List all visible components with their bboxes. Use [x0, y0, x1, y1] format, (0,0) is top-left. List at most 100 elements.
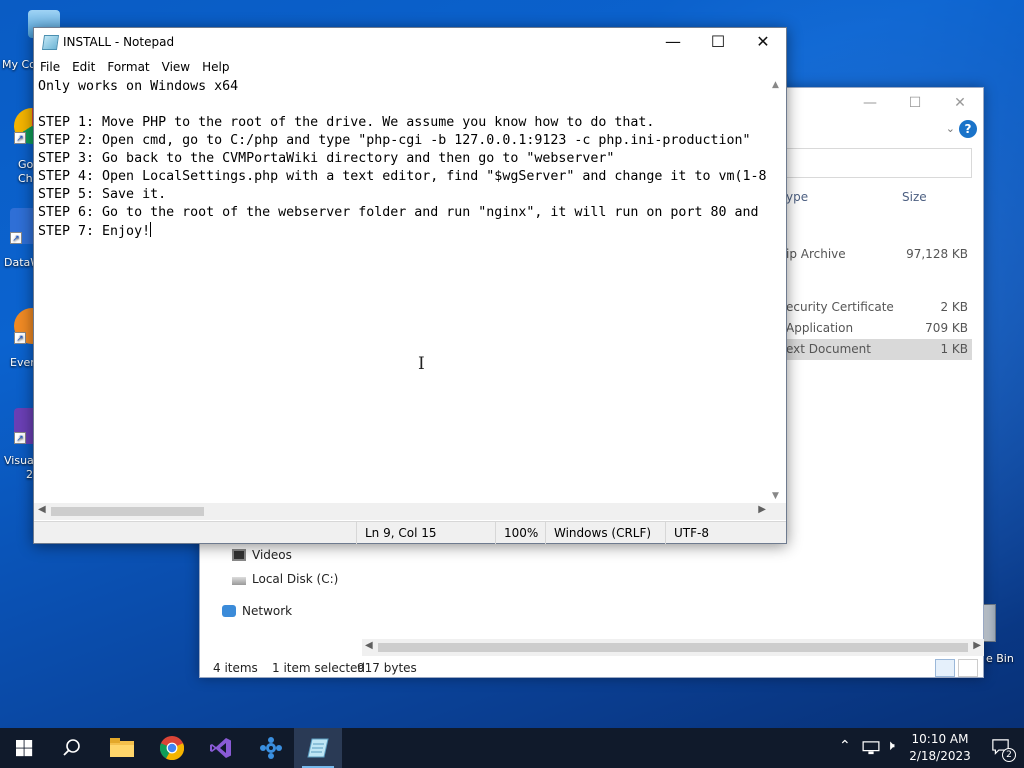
shortcut-arrow-icon: ↗	[14, 132, 26, 144]
search-input[interactable]	[786, 148, 972, 178]
close-button[interactable]: ✕	[740, 28, 786, 58]
window-title: INSTALL - Notepad	[63, 35, 175, 49]
menu-edit[interactable]: Edit	[66, 58, 101, 77]
nav-item-network[interactable]: Network	[222, 604, 292, 618]
desktop-icon-label: 2	[26, 468, 33, 481]
taskbar-file-explorer[interactable]	[98, 728, 146, 768]
search-icon	[63, 739, 80, 756]
scroll-left-icon[interactable]: ◀	[38, 504, 46, 515]
desktop-icon-label: e Bin	[986, 652, 1014, 665]
file-type: Application	[786, 321, 854, 335]
scrollbar-thumb[interactable]	[51, 507, 204, 516]
maximize-button[interactable]: ☐	[695, 28, 741, 58]
menu-view[interactable]: View	[156, 58, 196, 77]
scrollbar-corner	[769, 503, 786, 520]
notepad-status-bar: Ln 9, Col 15 100% Windows (CRLF) UTF-8	[34, 521, 786, 544]
search-button[interactable]	[48, 728, 96, 768]
column-header-type[interactable]: ype	[786, 190, 808, 204]
menu-bar: File Edit Format View Help	[34, 58, 786, 77]
taskbar-clock[interactable]: 10:10 AM 2/18/2023	[908, 731, 972, 765]
item-count: 4 items	[213, 661, 258, 675]
scroll-left-icon[interactable]: ◀	[365, 640, 373, 651]
taskbar-visual-studio[interactable]	[197, 728, 245, 768]
nav-item-local-disk[interactable]: Local Disk (C:)	[232, 572, 338, 586]
taskbar-app[interactable]	[247, 728, 295, 768]
taskbar-chrome[interactable]	[148, 728, 196, 768]
chevron-up-icon[interactable]: ⌃	[839, 738, 851, 754]
encoding: UTF-8	[665, 522, 785, 544]
system-tray: ⌃ 🕨	[836, 728, 908, 768]
volume-icon[interactable]: 🕨	[886, 738, 895, 754]
column-header-size[interactable]: Size	[902, 190, 927, 204]
notepad-icon	[307, 738, 329, 758]
visual-studio-icon	[210, 738, 231, 758]
scroll-right-icon[interactable]: ▶	[758, 504, 766, 515]
network-icon[interactable]	[862, 741, 880, 755]
file-size: 709 KB	[925, 321, 968, 335]
recycle-bin-icon	[982, 604, 996, 642]
desktop-icon-label: My Co	[2, 58, 36, 71]
selection-size: 917 bytes	[357, 661, 417, 675]
shortcut-arrow-icon: ↗	[10, 232, 22, 244]
file-size: 2 KB	[940, 300, 968, 314]
file-size: 1 KB	[940, 342, 968, 356]
vertical-scrollbar[interactable]: ▲ ▼	[769, 78, 786, 503]
chevron-down-icon[interactable]: ⌄	[946, 122, 955, 135]
horizontal-scrollbar[interactable]: ◀ ▶	[362, 639, 984, 656]
notepad-window[interactable]: INSTALL - Notepad — ☐ ✕ File Edit Format Vi…	[33, 27, 787, 544]
file-row[interactable]: ip Archive 97,128 KB	[786, 244, 972, 265]
action-center-button[interactable]: 2	[980, 728, 1024, 768]
selection-count: 1 item selected	[272, 661, 366, 675]
minimize-button[interactable]: —	[650, 28, 696, 58]
drive-icon	[232, 577, 246, 585]
scroll-down-icon[interactable]: ▼	[772, 491, 779, 501]
text-editor-area[interactable]: Only works on Windows x64 STEP 1: Move PH…	[38, 78, 771, 508]
clock-time: 10:10 AM	[911, 732, 969, 746]
file-row[interactable]: ecurity Certificate 2 KB	[786, 297, 972, 318]
menu-file[interactable]: File	[34, 58, 66, 77]
file-type: ip Archive	[786, 247, 846, 261]
close-button[interactable]: ✕	[937, 88, 983, 118]
menu-help[interactable]: Help	[196, 58, 235, 77]
shortcut-arrow-icon: ↗	[14, 332, 26, 344]
text-line: STEP 5: Save it.	[38, 187, 167, 202]
maximize-button[interactable]: ☐	[892, 88, 938, 118]
text-line: Only works on Windows x64	[38, 79, 239, 94]
file-row[interactable]: Application 709 KB	[786, 318, 972, 339]
desktop-icon-label: Visua	[4, 454, 34, 467]
file-type: ecurity Certificate	[786, 300, 894, 314]
horizontal-scrollbar[interactable]: ◀ ▶	[34, 503, 770, 520]
notepad-icon	[41, 35, 60, 50]
videos-icon	[232, 549, 246, 561]
notepad-titlebar[interactable]: INSTALL - Notepad — ☐ ✕	[34, 28, 786, 58]
windows-logo-icon	[16, 740, 33, 757]
scroll-right-icon[interactable]: ▶	[973, 640, 981, 651]
nav-item-videos[interactable]: Videos	[232, 548, 292, 562]
large-icons-view-button[interactable]	[958, 659, 978, 677]
text-line-last: STEP 7: Enjoy!	[38, 222, 771, 241]
app-icon	[260, 737, 282, 759]
start-button[interactable]	[0, 728, 48, 768]
desktop-icon-label: Go	[18, 158, 34, 171]
scrollbar-thumb[interactable]	[378, 643, 968, 652]
line-endings: Windows (CRLF)	[545, 522, 665, 544]
nav-item-label: Network	[242, 604, 293, 618]
network-icon	[222, 605, 236, 617]
help-icon[interactable]: ?	[959, 120, 977, 138]
minimize-button[interactable]: —	[847, 88, 893, 118]
taskbar: ⌃ 🕨 10:10 AM 2/18/2023 2	[0, 728, 1024, 768]
details-view-button[interactable]	[935, 659, 955, 677]
desktop-icon-label: Ever	[10, 356, 35, 369]
menu-format[interactable]: Format	[101, 58, 155, 77]
zoom-level: 100%	[495, 522, 547, 544]
chrome-icon	[160, 736, 184, 760]
scroll-up-icon[interactable]: ▲	[772, 80, 779, 90]
text-line	[38, 96, 771, 114]
file-size: 97,128 KB	[906, 247, 968, 261]
file-row-selected[interactable]: ext Document 1 KB	[786, 339, 972, 360]
folder-icon	[110, 738, 134, 757]
text-cursor-icon: I	[418, 354, 425, 374]
taskbar-notepad[interactable]	[294, 728, 342, 768]
desktop-icon-recycle-bin[interactable]: e Bin	[980, 604, 1024, 668]
text-line: STEP 1: Move PHP to the root of the driv…	[38, 115, 655, 130]
